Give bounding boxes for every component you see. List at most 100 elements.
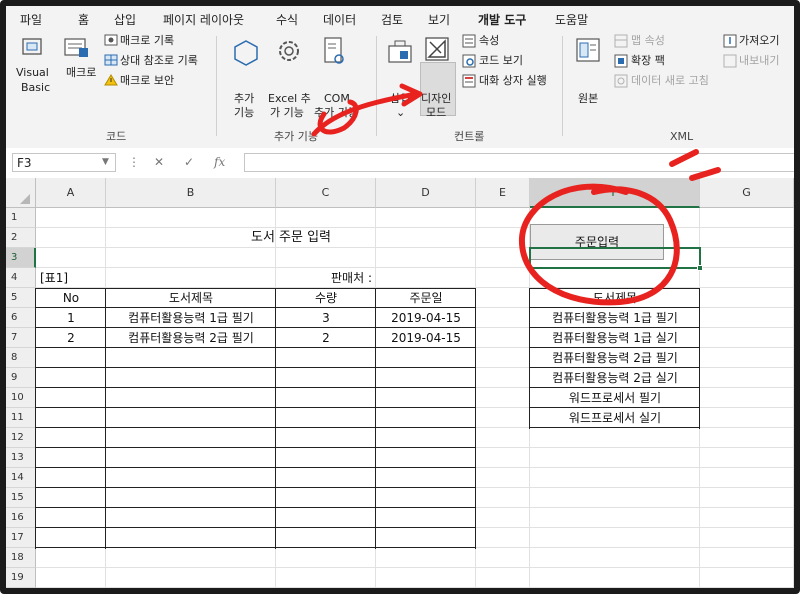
tab-developer[interactable]: 개발 도구 bbox=[478, 11, 527, 33]
formula-bar-divider-icon: ⋮ bbox=[128, 155, 140, 169]
excel-addins-label-2[interactable]: 가 기능 bbox=[270, 106, 304, 119]
insert-control-label[interactable]: 삽입 bbox=[390, 92, 410, 105]
row-header[interactable]: 16 bbox=[6, 508, 36, 528]
tab-data[interactable]: 데이터 bbox=[323, 11, 356, 28]
tab-insert[interactable]: 삽입 bbox=[114, 11, 136, 28]
row-header[interactable]: 11 bbox=[6, 408, 36, 428]
enter-check-icon[interactable]: ✓ bbox=[184, 155, 194, 169]
tab-formulas[interactable]: 수식 bbox=[276, 11, 298, 28]
select-all-corner[interactable] bbox=[6, 178, 36, 208]
design-mode-label-1[interactable]: 디자인 bbox=[421, 92, 451, 105]
tab-page-layout[interactable]: 페이지 레이아웃 bbox=[163, 11, 244, 28]
row-header[interactable]: 4 bbox=[6, 268, 36, 288]
row-header[interactable]: 8 bbox=[6, 348, 36, 368]
table-border-line bbox=[35, 407, 476, 408]
formula-bar: F3 ▼ ⋮ ✕ ✓ fx bbox=[6, 148, 794, 179]
excel-addins-label-1[interactable]: Excel 추 bbox=[268, 92, 311, 105]
record-macro-button[interactable]: 매크로 기록 bbox=[120, 34, 174, 47]
cancel-icon[interactable]: ✕ bbox=[154, 155, 164, 169]
row-header[interactable]: 6 bbox=[6, 308, 36, 328]
row-header[interactable]: 19 bbox=[6, 568, 36, 588]
xml-source-label[interactable]: 원본 bbox=[578, 92, 598, 105]
addins-label-2[interactable]: 기능 bbox=[234, 106, 254, 119]
row-header[interactable]: 2 bbox=[6, 228, 36, 248]
view-code-button[interactable]: 코드 보기 bbox=[479, 54, 523, 67]
tab-view[interactable]: 보기 bbox=[428, 11, 450, 28]
addins-label-1[interactable]: 추가 bbox=[234, 92, 254, 105]
row-header[interactable]: 3 bbox=[6, 248, 36, 268]
list-item: 워드프로세서 필기 bbox=[568, 391, 662, 405]
table-border-line bbox=[35, 507, 476, 508]
toolbox-icon[interactable] bbox=[386, 36, 416, 66]
properties-button[interactable]: 속성 bbox=[479, 34, 499, 47]
row-header[interactable]: 7 bbox=[6, 328, 36, 348]
row-header[interactable]: 5 bbox=[6, 288, 36, 308]
selected-cell-f3[interactable] bbox=[529, 247, 701, 269]
table-border-line bbox=[35, 427, 476, 428]
table-border-line bbox=[35, 467, 476, 468]
addins-icon[interactable] bbox=[232, 38, 260, 66]
macros-icon[interactable] bbox=[62, 36, 92, 60]
view-code-icon bbox=[462, 54, 476, 68]
ribbon-developer: Visual Basic 매크로 매크로 기록 상대 참조로 기록 매크로 보안… bbox=[6, 30, 794, 149]
row-header[interactable]: 17 bbox=[6, 528, 36, 548]
export-button[interactable]: 내보내기 bbox=[739, 54, 779, 67]
fill-handle[interactable] bbox=[697, 265, 703, 271]
xml-source-icon[interactable] bbox=[574, 36, 602, 66]
table-border-line bbox=[35, 487, 476, 488]
run-dialog-button[interactable]: 대화 상자 실행 bbox=[479, 74, 547, 87]
row-header[interactable]: 18 bbox=[6, 548, 36, 568]
visual-basic-icon[interactable] bbox=[20, 36, 46, 60]
relative-reference-button[interactable]: 상대 참조로 기록 bbox=[120, 54, 198, 67]
visual-basic-label-2[interactable]: Basic bbox=[21, 81, 50, 94]
expansion-packs-button[interactable]: 확장 팩 bbox=[631, 54, 665, 67]
name-box[interactable]: F3 bbox=[12, 153, 116, 172]
map-properties-button[interactable]: 맵 속성 bbox=[631, 34, 665, 47]
excel-addins-gear-icon[interactable] bbox=[276, 38, 302, 64]
table-header-quantity: 수량 bbox=[314, 291, 338, 305]
column-header-b[interactable]: B bbox=[106, 178, 276, 208]
group-divider bbox=[376, 36, 377, 136]
worksheet-grid[interactable]: A B C D E F G 1 2 3 4 5 6 7 8 9 10 11 12… bbox=[6, 178, 794, 588]
column-header-d[interactable]: D bbox=[376, 178, 476, 208]
formula-input[interactable] bbox=[244, 153, 794, 172]
insert-function-icon[interactable]: fx bbox=[214, 155, 225, 169]
macros-label[interactable]: 매크로 bbox=[66, 66, 96, 79]
list-header: 도서제목 bbox=[592, 291, 638, 305]
com-addins-label-2[interactable]: 추가 기능 bbox=[314, 106, 358, 119]
refresh-data-button[interactable]: 데이터 새로 고침 bbox=[631, 74, 709, 87]
design-mode-label-2[interactable]: 모드 bbox=[426, 106, 446, 119]
table-border-line bbox=[529, 327, 700, 328]
gridline-horizontal bbox=[36, 227, 794, 228]
column-header-a[interactable]: A bbox=[36, 178, 106, 208]
row-header[interactable]: 12 bbox=[6, 428, 36, 448]
table-border-line bbox=[35, 347, 476, 348]
column-header-c[interactable]: C bbox=[276, 178, 376, 208]
list-item: 워드프로세서 실기 bbox=[568, 411, 662, 425]
visual-basic-label-1[interactable]: Visual bbox=[16, 66, 49, 79]
row-header[interactable]: 13 bbox=[6, 448, 36, 468]
column-header-f[interactable]: F bbox=[530, 178, 700, 208]
row-header[interactable]: 9 bbox=[6, 368, 36, 388]
macro-security-button[interactable]: 매크로 보안 bbox=[120, 74, 174, 87]
table-header-order-date: 주문일 bbox=[409, 291, 443, 305]
row-header[interactable]: 15 bbox=[6, 488, 36, 508]
row-header[interactable]: 1 bbox=[6, 208, 36, 228]
tab-help[interactable]: 도움말 bbox=[555, 11, 588, 28]
row-header[interactable]: 14 bbox=[6, 468, 36, 488]
record-macro-icon bbox=[104, 34, 118, 46]
com-addins-icon[interactable] bbox=[322, 36, 346, 66]
excel-window: 파일 홈 삽입 페이지 레이아웃 수식 데이터 검토 보기 개발 도구 도움말 … bbox=[0, 0, 800, 594]
import-button[interactable]: 가져오기 bbox=[739, 34, 779, 47]
insert-dropdown-icon[interactable]: ⌄ bbox=[396, 106, 405, 119]
row-header[interactable]: 10 bbox=[6, 388, 36, 408]
tab-review[interactable]: 검토 bbox=[381, 11, 403, 28]
name-box-dropdown-icon[interactable]: ▼ bbox=[102, 157, 109, 167]
table-cell: 2019-04-15 bbox=[391, 331, 461, 345]
tab-home[interactable]: 홈 bbox=[78, 11, 89, 28]
com-addins-label-1[interactable]: COM bbox=[324, 92, 350, 105]
column-header-e[interactable]: E bbox=[476, 178, 530, 208]
column-header-g[interactable]: G bbox=[700, 178, 794, 208]
tab-file[interactable]: 파일 bbox=[20, 11, 42, 28]
table-cell: 2 bbox=[322, 331, 330, 345]
